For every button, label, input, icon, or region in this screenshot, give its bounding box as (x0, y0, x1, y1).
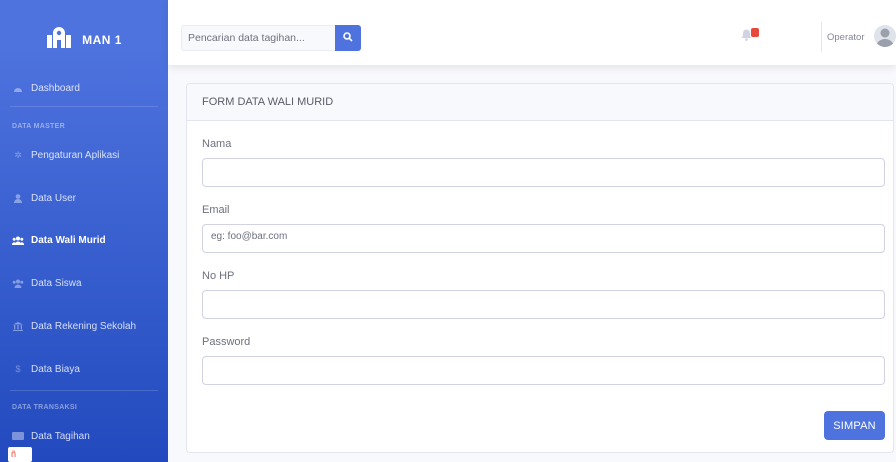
user-icon (12, 193, 24, 203)
topbar-divider (821, 22, 822, 52)
sidebar-item-label: Pengaturan Aplikasi (31, 149, 120, 161)
card-title: FORM DATA WALI MURID (187, 84, 893, 121)
topbar: Pencarian data tagihan... Operator (168, 0, 896, 65)
sidebar-item-dashboard[interactable]: Dashboard (0, 78, 168, 98)
sidebar-item-label: Data Siswa (31, 277, 82, 289)
nama-label: Nama (202, 138, 232, 150)
dollar-icon: $ (15, 364, 21, 374)
sidebar-item-label: Data Wali Murid (31, 234, 106, 246)
sidebar-heading-transaksi: DATA TRANSAKSI (12, 404, 78, 411)
sidebar-item-data-rekening-sekolah[interactable]: Data Rekening Sekolah (0, 316, 168, 336)
brand-title: MAN 1 (82, 33, 122, 47)
sidebar-item-label: Data Rekening Sekolah (31, 320, 137, 332)
bank-icon (12, 321, 24, 331)
sidebar-item-data-tagihan[interactable]: Data Tagihan (0, 426, 168, 446)
password-label: Password (202, 336, 251, 348)
search-icon (343, 29, 353, 47)
sidebar-item-label: Dashboard (31, 82, 80, 94)
email-field[interactable]: eg: foo@bar.com (202, 224, 885, 253)
sidebar-item-label: Data Biaya (31, 363, 80, 375)
sidebar-item-data-wali-murid[interactable]: Data Wali Murid (0, 230, 168, 250)
sidebar: MAN 1 Dashboard DATA MASTER ✲ Pengaturan… (0, 0, 168, 462)
nohp-label: No HP (202, 270, 235, 282)
sidebar-divider (10, 106, 158, 107)
users-icon (12, 236, 24, 245)
gear-icon: ✲ (14, 149, 22, 160)
sidebar-item-pengaturan-aplikasi[interactable]: ✲ Pengaturan Aplikasi (0, 145, 168, 165)
sidebar-heading-master: DATA MASTER (12, 123, 65, 130)
school-logo-icon (46, 26, 72, 54)
nama-field[interactable] (202, 158, 885, 187)
email-placeholder: eg: foo@bar.com (211, 231, 288, 242)
email-label: Email (202, 204, 230, 216)
password-field[interactable] (202, 356, 885, 385)
invoice-icon (12, 432, 24, 440)
sidebar-item-data-user[interactable]: Data User (0, 188, 168, 208)
users-icon (12, 279, 24, 288)
dashboard-icon (12, 84, 24, 93)
sidebar-item-label: Data Tagihan (31, 430, 90, 442)
sidebar-divider (10, 390, 158, 391)
search-input[interactable]: Pencarian data tagihan... (181, 25, 338, 51)
notification-badge (751, 28, 759, 37)
user-name[interactable]: Operator (827, 32, 865, 43)
nohp-field[interactable] (202, 290, 885, 319)
form-card: FORM DATA WALI MURID Nama Email eg: foo@… (186, 83, 894, 453)
sidebar-item-label: Data User (31, 192, 77, 204)
sidebar-brand[interactable]: MAN 1 (0, 0, 168, 80)
language-icon: ñ (8, 447, 32, 462)
sidebar-item-data-biaya[interactable]: $ Data Biaya (0, 359, 168, 379)
search-button[interactable] (335, 25, 361, 51)
save-button[interactable]: SIMPAN (824, 411, 885, 440)
sidebar-item-data-siswa[interactable]: Data Siswa (0, 273, 168, 293)
avatar[interactable] (874, 25, 896, 47)
